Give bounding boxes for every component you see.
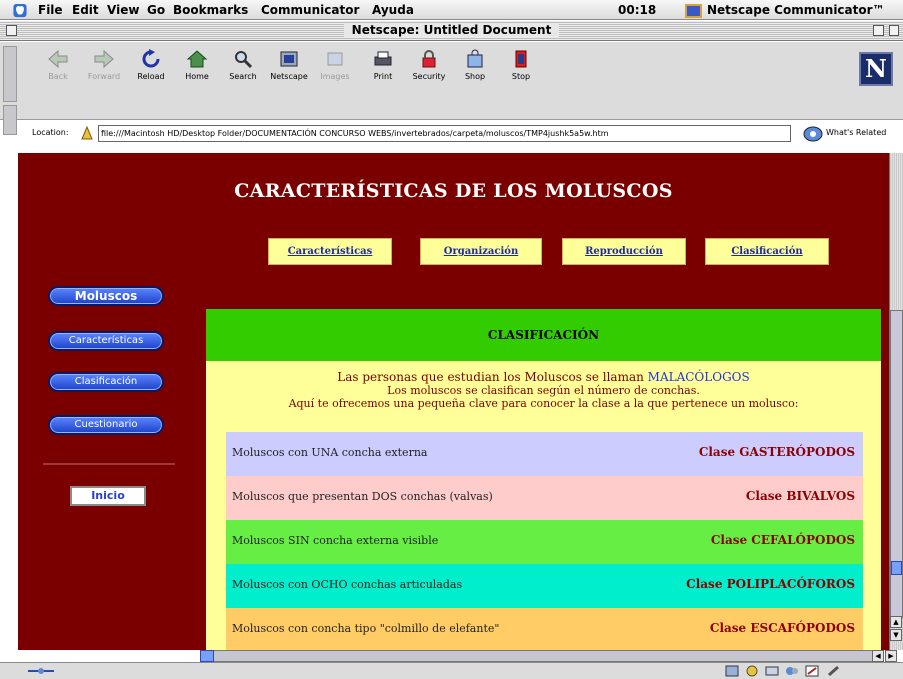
- menu-bar: File Edit View Go Bookmarks Communicator…: [0, 0, 903, 20]
- forward-arrow-icon: [94, 49, 114, 69]
- forward-button[interactable]: Forward: [80, 49, 128, 93]
- reload-icon: [142, 49, 160, 68]
- intro-line-2: Los moluscos se clasifican según el núme…: [387, 384, 700, 397]
- scroll-right-arrow-icon[interactable]: ▶: [885, 650, 897, 662]
- netscape-logo-throbber[interactable]: N: [859, 52, 893, 86]
- intro-line-3: Aquí te ofrecemos una pequeña clave para…: [288, 397, 799, 410]
- row-class: Clase ESCAFÓPODOS: [709, 621, 855, 635]
- edit-pencil-icon[interactable]: [827, 665, 841, 677]
- mail-component-icon[interactable]: [745, 665, 759, 677]
- composer-component-icon[interactable]: [805, 665, 819, 677]
- row-description: Moluscos SIN concha externa visible: [232, 534, 439, 547]
- page-proxy-icon[interactable]: [80, 125, 94, 141]
- address-book-component-icon[interactable]: [785, 665, 799, 677]
- horizontal-scroll-thumb[interactable]: [200, 650, 214, 662]
- images-button[interactable]: Images: [311, 49, 359, 93]
- classification-row: Moluscos que presentan DOS conchas (valv…: [226, 476, 863, 520]
- shop-button[interactable]: Shop: [451, 49, 499, 93]
- nav-tab-clasificacion[interactable]: Clasificación: [705, 238, 829, 265]
- security-button[interactable]: Security: [405, 49, 453, 93]
- location-bar: Location: file:///Macintosh HD/Desktop F…: [22, 124, 903, 144]
- search-button[interactable]: Search: [219, 49, 267, 93]
- toolbar-grip-handle[interactable]: [3, 46, 17, 102]
- whats-related-icon[interactable]: [802, 125, 824, 142]
- nav-tab-reproduccion[interactable]: Reproducción: [562, 238, 686, 265]
- connection-status-icon[interactable]: [26, 665, 56, 677]
- side-button-clasificacion[interactable]: Clasificación: [48, 372, 164, 392]
- row-class: Clase CEFALÓPODOS: [710, 533, 855, 547]
- row-class: Clase GASTERÓPODOS: [698, 445, 855, 459]
- collapse-box-icon[interactable]: [889, 25, 899, 36]
- menubar-clock: 00:18: [618, 3, 657, 17]
- row-class: Clase POLIPLACÓFOROS: [686, 577, 855, 591]
- sidebar-divider: [43, 463, 175, 465]
- malacologos-highlight: MALACÓLOGOS: [647, 370, 750, 384]
- window-title-bar[interactable]: Netscape: Untitled Document: [0, 21, 903, 41]
- side-button-caracteristicas[interactable]: Características: [48, 331, 164, 351]
- menu-file[interactable]: File: [38, 3, 63, 17]
- page-title: CARACTERÍSTICAS DE LOS MOLUSCOS: [234, 180, 673, 202]
- menu-bookmarks[interactable]: Bookmarks: [173, 3, 248, 17]
- location-url-field[interactable]: file:///Macintosh HD/Desktop Folder/DOCU…: [98, 125, 791, 142]
- back-button[interactable]: Back: [34, 49, 82, 93]
- classification-row: Moluscos con OCHO conchas articuladas Cl…: [226, 564, 863, 608]
- shop-bag-icon: [467, 49, 483, 68]
- netscape-button[interactable]: Netscape: [265, 49, 313, 93]
- navigation-toolbar: Back Forward Reload Home Search Netscape…: [0, 42, 903, 142]
- home-icon: [186, 50, 208, 68]
- row-description: Moluscos con OCHO conchas articuladas: [232, 578, 463, 591]
- menu-edit[interactable]: Edit: [72, 3, 99, 17]
- menu-go[interactable]: Go: [147, 3, 165, 17]
- row-class: Clase BIVALVOS: [745, 489, 855, 503]
- row-description: Moluscos con concha tipo "colmillo de el…: [232, 622, 500, 635]
- menu-view[interactable]: View: [107, 3, 139, 17]
- window-title: Netscape: Untitled Document: [0, 23, 903, 37]
- section-title: CLASIFICACIÓN: [206, 309, 881, 361]
- scroll-left-arrow-icon[interactable]: ◀: [872, 650, 884, 662]
- classification-row: Moluscos SIN concha externa visible Clas…: [226, 520, 863, 564]
- menu-communicator[interactable]: Communicator: [261, 3, 359, 17]
- print-button[interactable]: Print: [359, 49, 407, 93]
- netscape-icon: [280, 51, 298, 67]
- home-button[interactable]: Home: [173, 49, 221, 93]
- intro-text: Las personas que estudian los Moluscos s…: [206, 370, 881, 411]
- search-icon: [235, 51, 253, 69]
- horizontal-scrollbar[interactable]: [200, 650, 872, 662]
- stop-button[interactable]: Stop: [497, 49, 545, 93]
- back-arrow-icon: [48, 49, 68, 69]
- classification-panel: CLASIFICACIÓN Las personas que estudian …: [206, 309, 881, 650]
- classification-row: Moluscos con UNA concha externa Clase GA…: [226, 432, 863, 476]
- print-icon: [374, 51, 392, 66]
- side-button-moluscos[interactable]: Moluscos: [48, 286, 164, 306]
- scroll-up-arrow-icon[interactable]: ▲: [890, 616, 902, 628]
- security-lock-icon: [422, 50, 436, 68]
- newsgroups-component-icon[interactable]: [765, 665, 779, 677]
- location-grip-handle[interactable]: [3, 105, 17, 135]
- nav-tab-caracteristicas[interactable]: Características: [268, 238, 392, 265]
- navigator-component-icon[interactable]: [725, 665, 739, 677]
- intro-line-1: Las personas que estudian los Moluscos s…: [337, 370, 644, 384]
- row-description: Moluscos con UNA concha externa: [232, 446, 428, 459]
- vertical-scroll-thumb[interactable]: [891, 561, 902, 575]
- row-description: Moluscos que presentan DOS conchas (valv…: [232, 490, 493, 503]
- whats-related-label[interactable]: What's Related: [826, 128, 886, 137]
- location-label: Location:: [32, 128, 69, 137]
- reload-button[interactable]: Reload: [127, 49, 175, 93]
- zoom-box-icon[interactable]: [873, 25, 884, 36]
- page-content: CARACTERÍSTICAS DE LOS MOLUSCOS Caracter…: [18, 153, 889, 650]
- stop-icon: [515, 50, 527, 68]
- menu-ayuda[interactable]: Ayuda: [372, 3, 414, 17]
- application-menu[interactable]: Netscape Communicator™: [707, 3, 885, 17]
- side-button-cuestionario[interactable]: Cuestionario: [48, 415, 164, 435]
- images-icon: [327, 52, 343, 66]
- scroll-down-arrow-icon[interactable]: ▼: [890, 629, 902, 641]
- status-bar: [0, 662, 903, 679]
- inicio-button[interactable]: Inicio: [70, 486, 146, 506]
- classification-row: Moluscos con concha tipo "colmillo de el…: [226, 608, 863, 650]
- nav-tab-organizacion[interactable]: Organización: [420, 238, 542, 265]
- netscape-app-icon[interactable]: [685, 3, 703, 19]
- apple-menu-icon[interactable]: [12, 3, 28, 18]
